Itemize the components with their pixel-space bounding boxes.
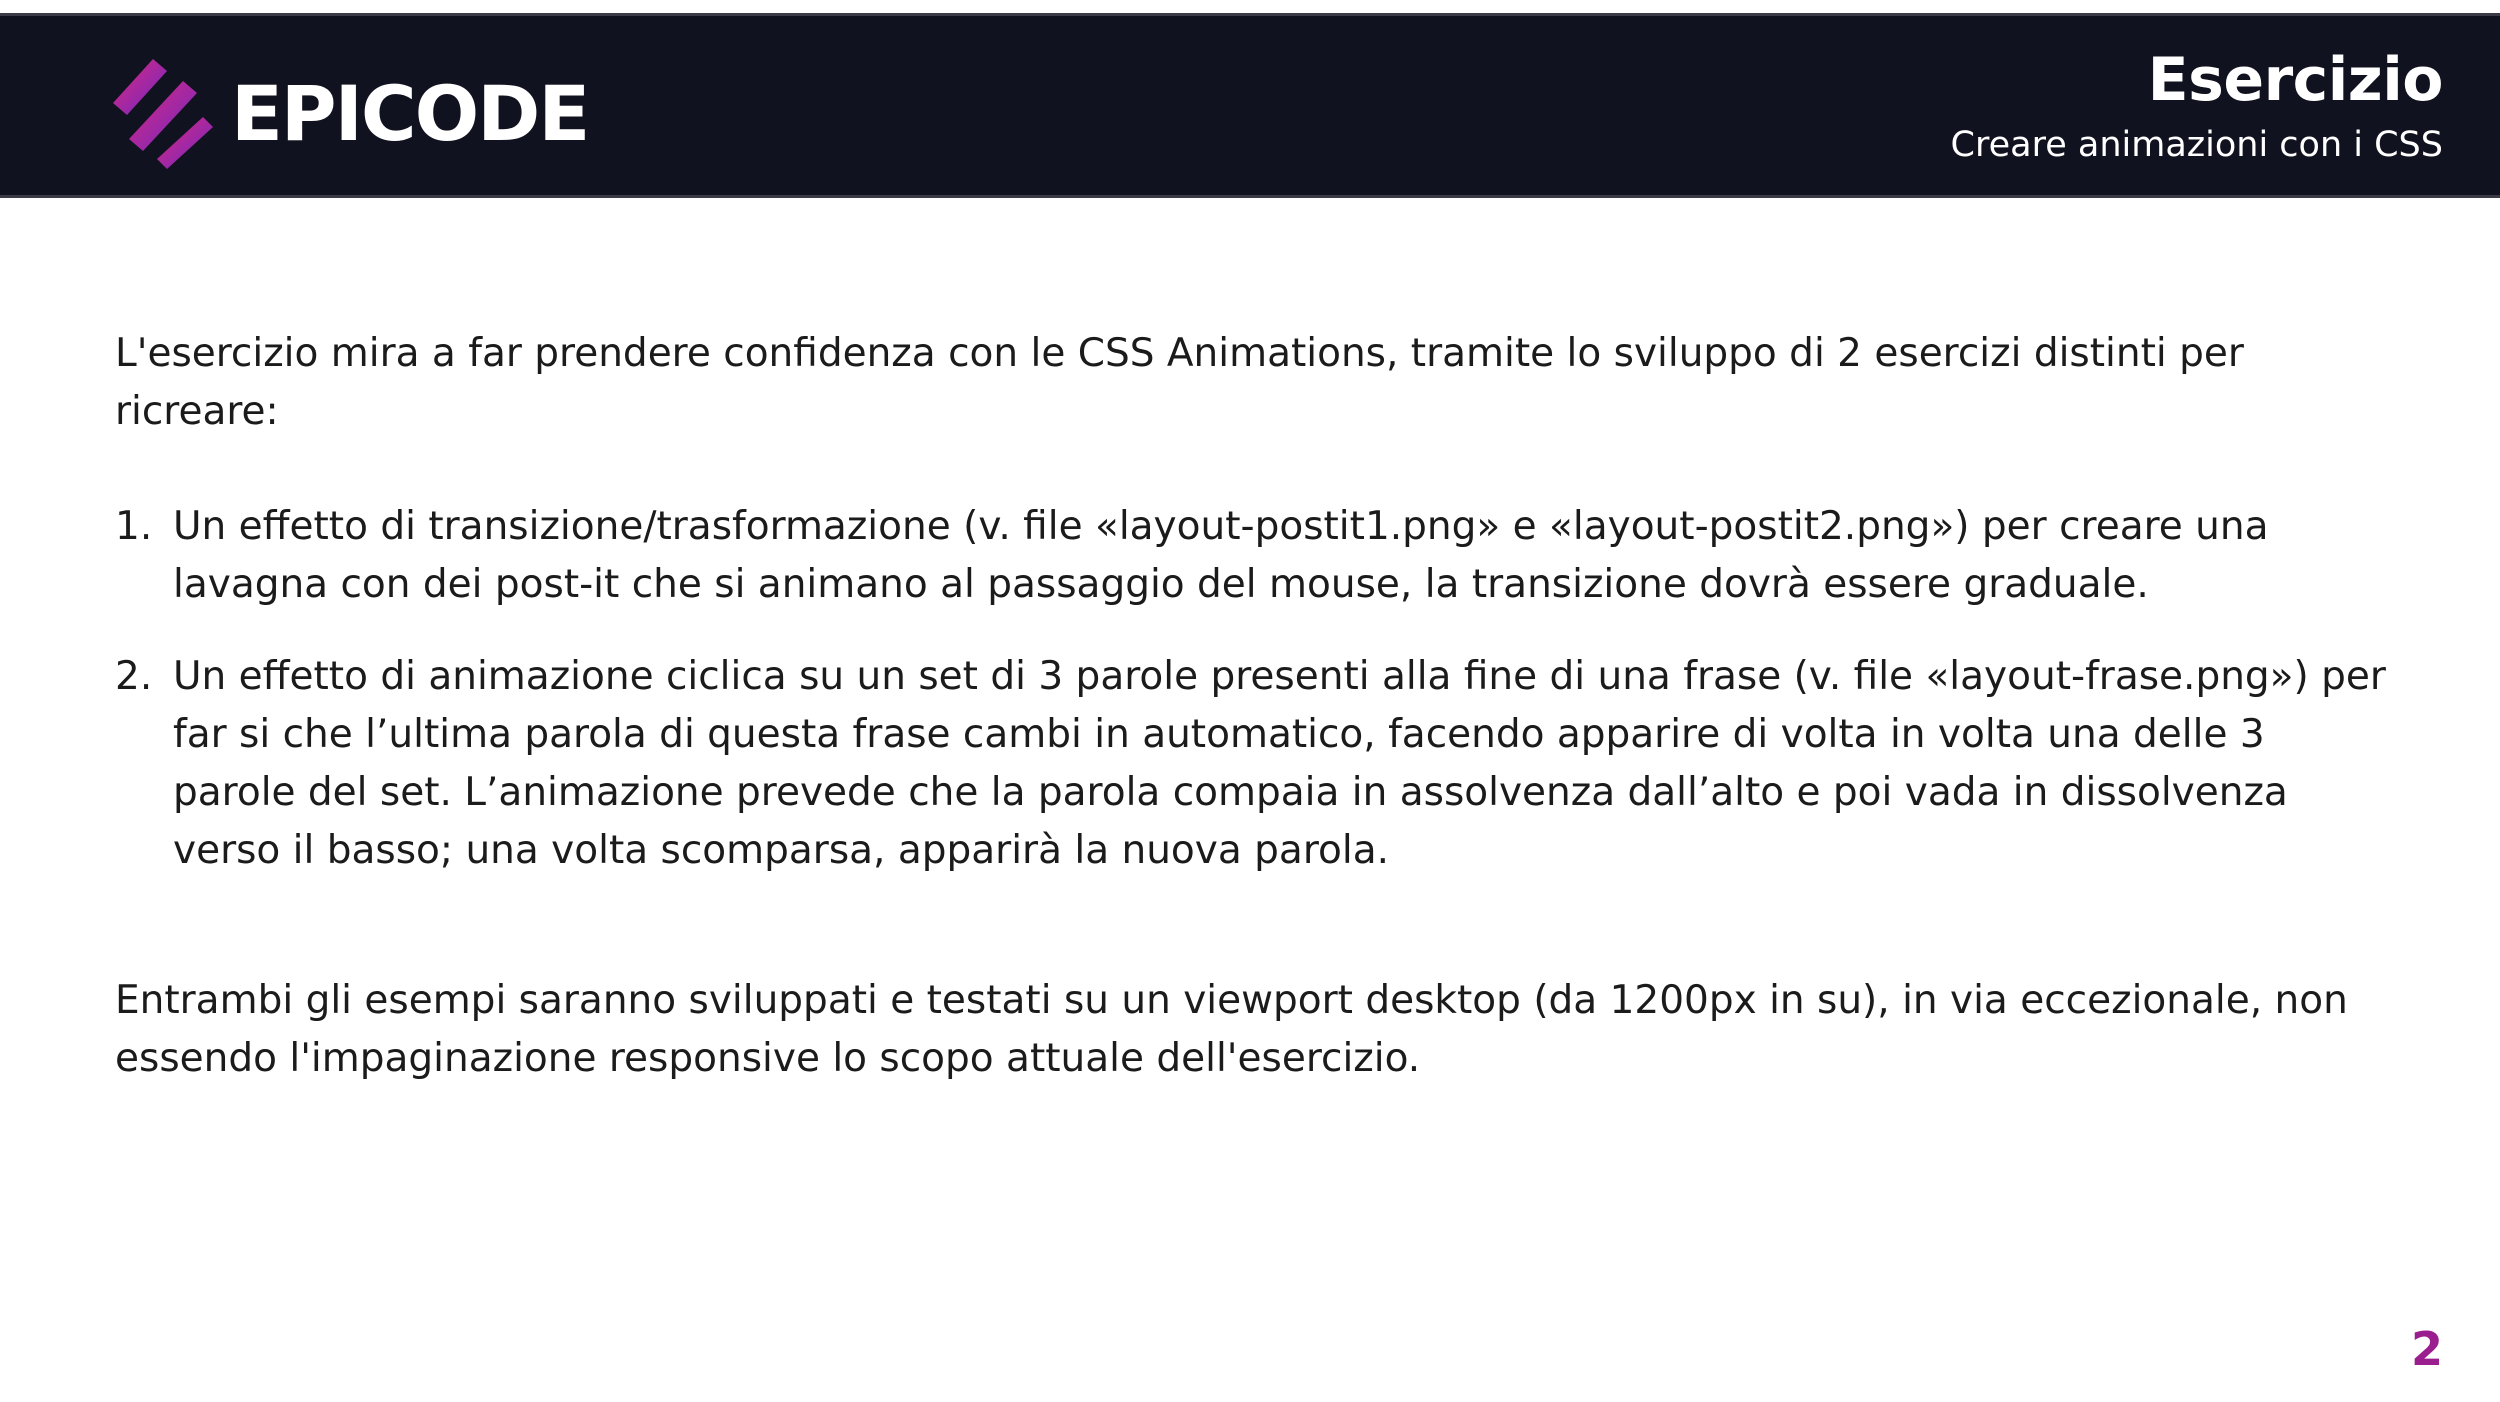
exercise-list: 1. Un effetto di transizione/trasformazi…: [115, 498, 2395, 880]
brand-name: EPICODE: [231, 69, 590, 158]
slide-title: Esercizio: [2147, 45, 2444, 115]
exercise-number: 2.: [115, 654, 153, 699]
slide: EPICODE Esercizio Creare animazioni con …: [0, 0, 2500, 1402]
intro-paragraph: L'esercizio mira a far prendere confiden…: [115, 331, 2244, 434]
closing-paragraph: Entrambi gli esempi saranno sviluppati e…: [115, 978, 2348, 1081]
page-number: 2: [2410, 1322, 2443, 1376]
header-titles: Esercizio Creare animazioni con i CSS: [1950, 45, 2444, 169]
slide-header: EPICODE Esercizio Creare animazioni con …: [0, 13, 2500, 198]
exercise-text: Un effetto di animazione ciclica su un s…: [173, 654, 2386, 873]
exercise-item-2: 2. Un effetto di animazione ciclica su u…: [115, 648, 2395, 880]
slide-subtitle: Creare animazioni con i CSS: [1950, 125, 2443, 165]
epicode-logo-icon: [113, 59, 213, 169]
brand-logo: EPICODE: [113, 54, 590, 174]
slide-body: L'esercizio mira a far prendere confiden…: [115, 325, 2395, 1088]
exercise-item-1: 1. Un effetto di transizione/trasformazi…: [115, 498, 2395, 614]
exercise-number: 1.: [115, 504, 153, 549]
exercise-text: Un effetto di transizione/trasformazione…: [173, 504, 2269, 607]
